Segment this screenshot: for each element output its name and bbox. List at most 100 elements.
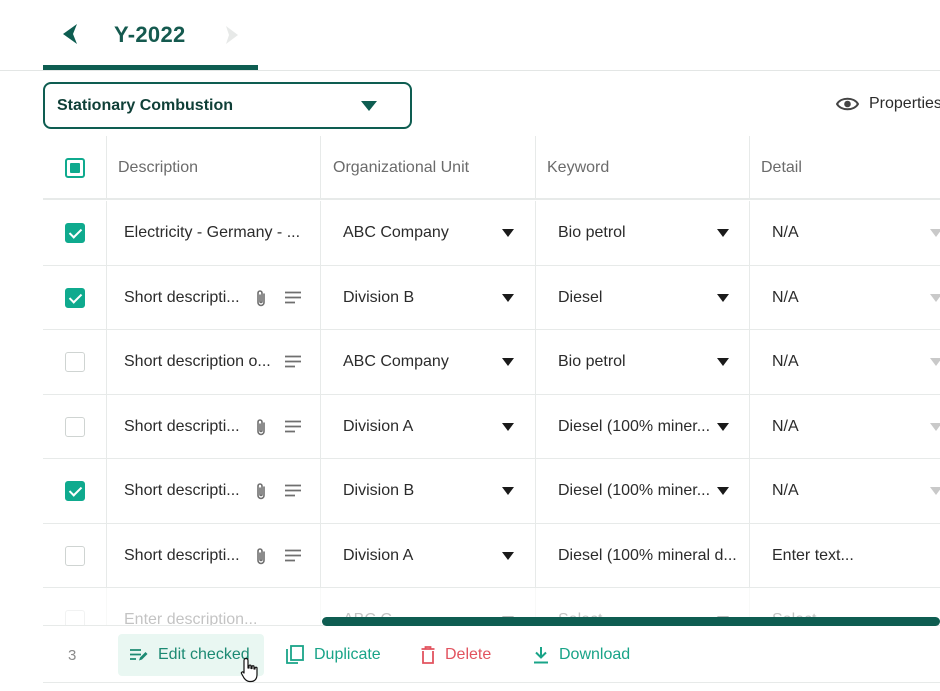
description-text: Short descripti...	[124, 482, 240, 499]
detail-value: N/A	[772, 288, 799, 306]
delete-button[interactable]: Delete	[421, 634, 491, 676]
notes-lines-icon[interactable]	[285, 355, 301, 368]
delete-label: Delete	[445, 646, 492, 663]
detail-select[interactable]: N/A	[750, 459, 940, 523]
org-unit-value: ABC Company	[343, 224, 449, 241]
caret-down-icon	[717, 487, 729, 495]
detail-select[interactable]: N/A	[750, 330, 940, 394]
paperclip-icon[interactable]	[255, 289, 267, 308]
description-text: Electricity - Germany - ...	[124, 224, 301, 241]
caret-down-icon	[930, 358, 940, 366]
paperclip-icon[interactable]	[255, 547, 267, 566]
row-checkbox[interactable]	[64, 481, 85, 501]
detail-select[interactable]: N/A	[750, 201, 940, 265]
checked-count: 3	[68, 647, 77, 664]
table-header: Description Organizational Unit Keyword …	[43, 136, 940, 200]
description-cell[interactable]: Short descripti...	[107, 459, 321, 523]
row-checkbox[interactable]	[64, 223, 85, 243]
table-row: Electricity - Germany - ... ABC Company …	[43, 201, 940, 266]
description-cell[interactable]: Short descripti...	[107, 523, 321, 588]
org-unit-select[interactable]: Division A	[321, 394, 536, 459]
caret-down-icon	[502, 551, 514, 560]
org-unit-select[interactable]: Division A	[321, 523, 536, 588]
keyword-text-cell[interactable]: Diesel (100% mineral d...	[536, 523, 750, 588]
org-unit-select[interactable]: ABC Company	[321, 330, 536, 394]
active-year-underline	[43, 65, 258, 70]
horizontal-scrollbar[interactable]	[322, 617, 940, 626]
download-label: Download	[559, 646, 631, 663]
duplicate-button[interactable]: Duplicate	[286, 634, 381, 676]
caret-down-icon	[502, 422, 514, 431]
description-cell[interactable]: Short description o...	[107, 330, 321, 394]
table-row: Short description o... ABC Company Bio p…	[43, 330, 940, 395]
detail-value: N/A	[772, 482, 799, 499]
row-checkbox[interactable]	[64, 545, 85, 566]
keyword-value: Bio petrol	[558, 224, 626, 241]
keyword-select[interactable]: Diesel (100% miner...	[536, 394, 750, 459]
description-text: Short descripti...	[124, 417, 240, 435]
caret-down-icon	[930, 293, 940, 302]
paperclip-icon[interactable]	[255, 418, 267, 437]
row-checkbox[interactable]	[64, 287, 85, 308]
detail-placeholder: Enter text...	[772, 546, 854, 564]
caret-down-icon	[930, 422, 940, 431]
description-text: Short description o...	[124, 353, 271, 370]
row-checkbox[interactable]	[64, 416, 85, 437]
row-checkbox[interactable]	[64, 352, 85, 372]
detail-select[interactable]: N/A	[750, 266, 940, 330]
notes-lines-icon[interactable]	[285, 420, 301, 433]
download-button[interactable]: Download	[533, 634, 630, 676]
keyword-value: Diesel (100% miner...	[558, 417, 711, 435]
caret-down-icon	[930, 229, 940, 237]
detail-select[interactable]: N/A	[750, 395, 940, 459]
description-cell[interactable]: Short descripti...	[107, 394, 321, 459]
org-unit-value: ABC Company	[343, 353, 449, 370]
caret-down-icon	[717, 293, 729, 302]
detail-value: N/A	[772, 353, 799, 370]
caret-down-icon	[717, 358, 729, 366]
header-description[interactable]: Description	[107, 136, 321, 200]
category-selected-value: Stationary Combustion	[57, 97, 234, 114]
caret-down-icon	[930, 487, 940, 495]
caret-down-icon	[502, 487, 514, 495]
year-next-arrow-icon[interactable]	[224, 24, 240, 46]
hand-pointer-cursor-icon	[240, 657, 258, 683]
keyword-value: Diesel (100% mineral d...	[558, 546, 737, 564]
keyword-select[interactable]: Diesel (100% miner...	[536, 459, 750, 523]
select-all-checkbox[interactable]	[64, 158, 85, 178]
bulk-action-bar: 3 Edit checked Duplicate Delete Download	[43, 625, 940, 683]
header-organizational-unit[interactable]: Organizational Unit	[321, 136, 536, 200]
properties-button[interactable]: Properties	[836, 92, 940, 116]
org-unit-value: Division A	[343, 417, 414, 435]
trash-icon	[421, 646, 435, 664]
keyword-select[interactable]: Bio petrol	[536, 201, 750, 265]
notes-lines-icon[interactable]	[285, 291, 301, 304]
header-detail[interactable]: Detail	[750, 136, 940, 200]
duplicate-label: Duplicate	[314, 646, 381, 663]
caret-down-icon	[717, 229, 729, 237]
paperclip-icon[interactable]	[255, 482, 267, 501]
header-keyword[interactable]: Keyword	[536, 136, 750, 200]
keyword-value: Bio petrol	[558, 353, 626, 370]
table-row: Short descripti... Division A Diesel (10…	[43, 394, 940, 459]
year-previous-arrow-icon[interactable]	[60, 22, 80, 46]
org-unit-select[interactable]: ABC Company	[321, 201, 536, 265]
org-unit-value: Division B	[343, 482, 415, 499]
notes-lines-icon[interactable]	[285, 484, 301, 497]
caret-down-icon	[502, 293, 514, 302]
org-unit-select[interactable]: Division B	[321, 459, 536, 523]
select-all-cell	[43, 136, 107, 200]
caret-down-icon	[502, 358, 514, 366]
description-cell[interactable]: Short descripti...	[107, 265, 321, 330]
chevron-down-icon	[361, 101, 377, 111]
detail-text-input[interactable]: Enter text...	[750, 524, 940, 588]
category-dropdown[interactable]: Stationary Combustion	[43, 82, 412, 129]
keyword-select[interactable]: Bio petrol	[536, 330, 750, 394]
notes-lines-icon[interactable]	[285, 549, 301, 562]
keyword-select[interactable]: Diesel	[536, 265, 750, 330]
description-cell[interactable]: Electricity - Germany - ...	[107, 201, 321, 265]
caret-down-icon	[502, 229, 514, 237]
org-unit-value: Division A	[343, 546, 414, 564]
edit-lines-icon	[130, 649, 148, 661]
org-unit-select[interactable]: Division B	[321, 265, 536, 330]
